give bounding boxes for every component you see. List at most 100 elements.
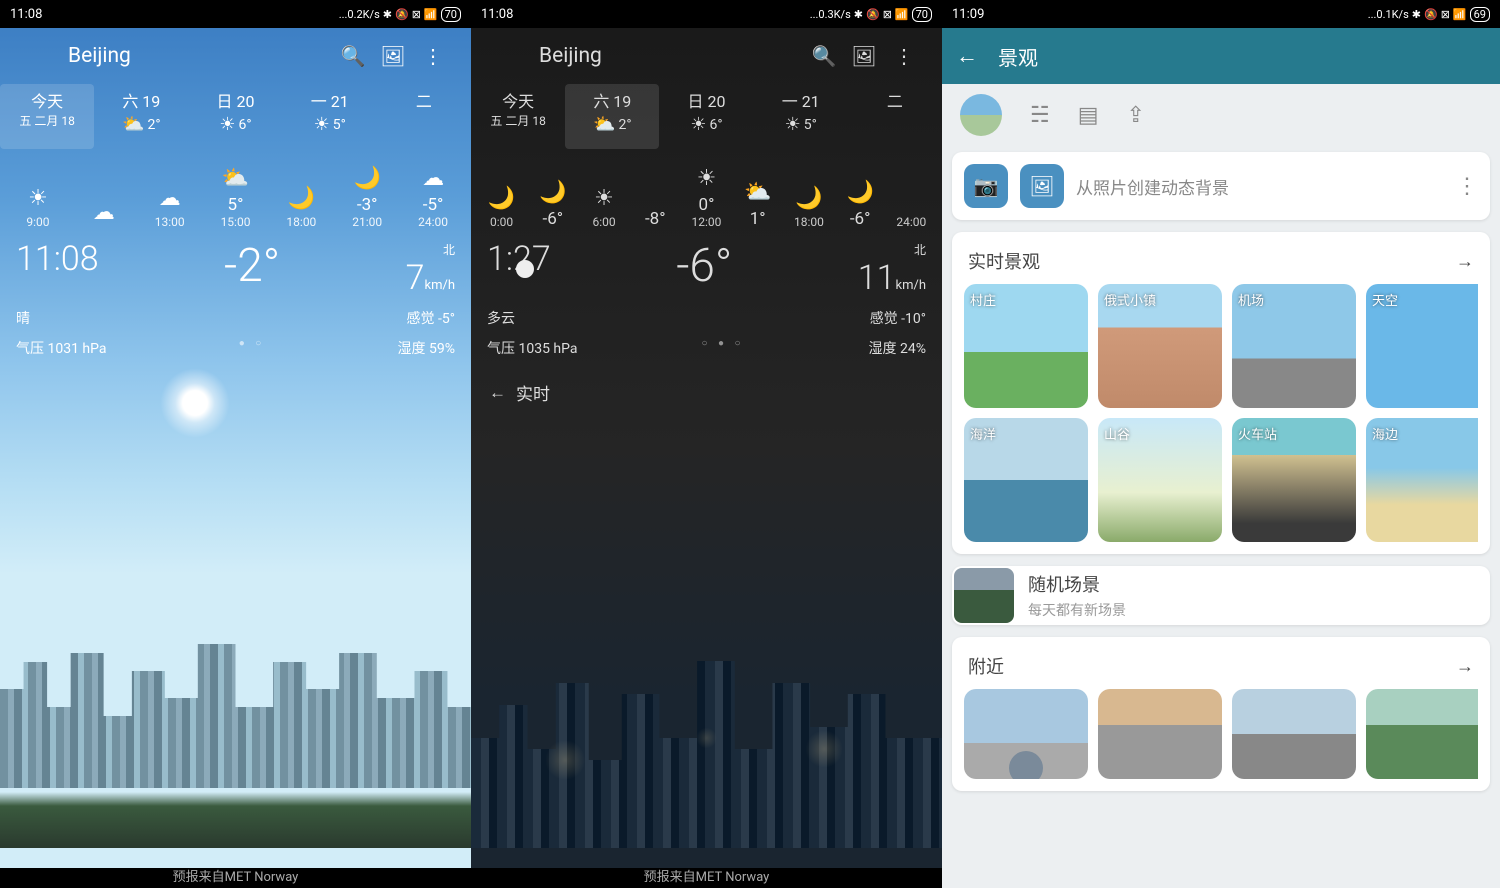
arrow-right-icon[interactable]: → — [1456, 251, 1474, 272]
landscape-tile[interactable]: 机场 — [1232, 284, 1356, 408]
back-icon[interactable]: ← — [956, 43, 978, 69]
hour-cell: ⛅1° — [732, 149, 783, 229]
skyline-graphic — [0, 568, 471, 848]
x-icon: ⊠ — [1441, 8, 1450, 21]
day-tab[interactable]: 日 20☀6° — [659, 84, 753, 149]
day-tab[interactable]: 六 19⛅2° — [94, 84, 188, 149]
landscape-icon[interactable]: 🖼 — [844, 44, 884, 68]
day-tab[interactable]: 二 — [848, 84, 942, 149]
section-title: 附近 — [968, 653, 1004, 679]
hour-cell: 🌙-6° — [835, 149, 886, 229]
landscape-tile[interactable]: 山谷 — [1098, 418, 1222, 542]
more-icon[interactable]: ⋮ — [884, 44, 924, 68]
day-tab[interactable]: 今天五 二月 18 — [0, 84, 94, 149]
search-icon[interactable]: 🔍 — [333, 44, 373, 68]
hour-forecast[interactable]: ☀9:00☁☁13:00⛅5°15:00🌙18:00🌙-3°21:00☁-5°2… — [0, 149, 471, 229]
humidity: 湿度 59% — [398, 338, 455, 358]
hour-cell: 🌙-3°21:00 — [334, 149, 400, 229]
more-icon[interactable]: ⋮ — [1456, 174, 1478, 199]
hour-cell: ☀0°12:00 — [681, 149, 732, 229]
landscape-tile[interactable] — [964, 689, 1088, 779]
comment-icon[interactable]: ▤ — [1078, 103, 1099, 128]
section-title: 实时景观 — [968, 248, 1040, 274]
hour-cell: ☁ — [71, 149, 137, 229]
time-slider[interactable] — [471, 268, 942, 270]
status-time: 11:08 — [10, 7, 42, 22]
pressure: 气压 1031 hPa — [16, 338, 107, 358]
hour-cell: 🌙18:00 — [783, 149, 834, 229]
skyline-graphic — [471, 588, 942, 848]
gallery-button[interactable]: 🖼 — [1020, 164, 1064, 208]
random-scene-card[interactable]: 随机场景 每天都有新场景 — [952, 566, 1490, 625]
status-bar: 11:08 ...0.3K/s ✱ 🔕 ⊠ 📶 70 — [471, 0, 942, 28]
day-tab[interactable]: 一 21☀5° — [283, 84, 377, 149]
battery: 70 — [441, 7, 461, 22]
create-from-photo: 📷 🖼 从照片创建动态背景 ⋮ — [952, 152, 1490, 220]
page-title: 景观 — [998, 42, 1038, 71]
landscape-icon[interactable]: 🖼 — [373, 44, 413, 68]
back-to-live[interactable]: ← 实时 — [471, 368, 942, 417]
hour-cell: 24:00 — [886, 149, 937, 229]
random-title: 随机场景 — [1028, 571, 1126, 597]
create-label: 从照片创建动态背景 — [1076, 174, 1444, 199]
current-wind: 北 7km/h — [406, 239, 455, 298]
current-conditions[interactable]: 11:08 -2° 北 7km/h 晴 感觉 -5° 气压 1031 hPa ●… — [0, 229, 471, 368]
phone-day-weather: 11:08 ...0.2K/s ✱ 🔕 ⊠ 📶 70 Beijing 🔍 🖼 ⋮… — [0, 0, 471, 888]
day-tabs: 今天五 二月 18六 19⛅2°日 20☀6°一 21☀5°二 — [471, 84, 942, 149]
landscape-tile[interactable]: 火车站 — [1232, 418, 1356, 542]
arrow-right-icon[interactable]: → — [1456, 656, 1474, 677]
bluetooth-icon: ✱ — [383, 8, 392, 21]
random-thumb — [954, 568, 1014, 623]
pressure: 气压 1035 hPa — [487, 338, 578, 358]
current-landscape-avatar[interactable] — [960, 94, 1002, 136]
day-tab[interactable]: 六 19⛅2° — [565, 84, 659, 149]
landscape-tile[interactable] — [1098, 689, 1222, 779]
forecast-temp: -6° — [561, 239, 848, 293]
top-bar: Beijing 🔍 🖼 ⋮ — [0, 28, 471, 84]
x-icon: ⊠ — [412, 8, 421, 21]
landscape-tile[interactable] — [1366, 689, 1478, 779]
wifi-icon: 📶 — [1453, 8, 1467, 21]
more-icon[interactable]: ⋮ — [413, 44, 453, 68]
status-net: ...0.1K/s — [1368, 8, 1409, 21]
slider-thumb[interactable] — [516, 260, 534, 278]
landscape-tile[interactable]: 海边 — [1366, 418, 1478, 542]
wifi-icon: 📶 — [895, 8, 909, 21]
camera-button[interactable]: 📷 — [964, 164, 1008, 208]
hour-forecast[interactable]: 🌙0:00🌙-6°☀6:00-8°☀0°12:00⛅1°🌙18:00🌙-6°24… — [471, 149, 942, 229]
location-name[interactable]: Beijing — [489, 44, 804, 68]
search-icon[interactable]: 🔍 — [804, 44, 844, 68]
mute-icon: 🔕 — [1424, 8, 1438, 21]
x-icon: ⊠ — [883, 8, 892, 21]
landscape-tile[interactable] — [1232, 689, 1356, 779]
hour-cell: ☀6:00 — [578, 149, 629, 229]
day-tab[interactable]: 一 21☀5° — [754, 84, 848, 149]
bluetooth-icon: ✱ — [1412, 8, 1421, 21]
current-conditions[interactable]: 1:27 -6° 北 11km/h 多云 感觉 -10° 气压 1035 hPa… — [471, 229, 942, 368]
status-net: ...0.2K/s — [339, 8, 380, 21]
hour-cell: 🌙-6° — [527, 149, 578, 229]
landscape-tile[interactable]: 村庄 — [964, 284, 1088, 408]
live-tiles-row-2: 海洋山谷火车站海边 — [964, 418, 1478, 542]
page-dots[interactable]: ○ ● ○ — [701, 338, 744, 358]
hour-cell: ☁13:00 — [137, 149, 203, 229]
humidity: 湿度 24% — [869, 338, 926, 358]
phone-night-weather: 11:08 ...0.3K/s ✱ 🔕 ⊠ 📶 70 Beijing 🔍 🖼 ⋮… — [471, 0, 942, 888]
condition-text: 多云 — [487, 308, 515, 328]
back-arrow-icon: ← — [489, 383, 506, 403]
day-tab[interactable]: 今天五 二月 18 — [471, 84, 565, 149]
location-name[interactable]: Beijing — [18, 44, 333, 68]
live-tiles-row-1: 村庄俄式小镇机场天空 — [964, 284, 1478, 408]
landscape-tile[interactable]: 海洋 — [964, 418, 1088, 542]
landscape-tile[interactable]: 俄式小镇 — [1098, 284, 1222, 408]
share-icon[interactable]: ⇪ — [1127, 103, 1145, 128]
hour-cell: 🌙18:00 — [268, 149, 334, 229]
landscape-tile[interactable]: 天空 — [1366, 284, 1478, 408]
page-dots[interactable]: ● ○ — [239, 338, 266, 358]
feels-like: 感觉 -10° — [870, 308, 926, 328]
day-tab[interactable]: 二 — [377, 84, 471, 149]
day-tab[interactable]: 日 20☀6° — [188, 84, 282, 149]
tune-icon[interactable]: ☵ — [1030, 103, 1050, 128]
battery: 70 — [912, 7, 932, 22]
attribution: 预报来自MET Norway — [471, 868, 942, 888]
